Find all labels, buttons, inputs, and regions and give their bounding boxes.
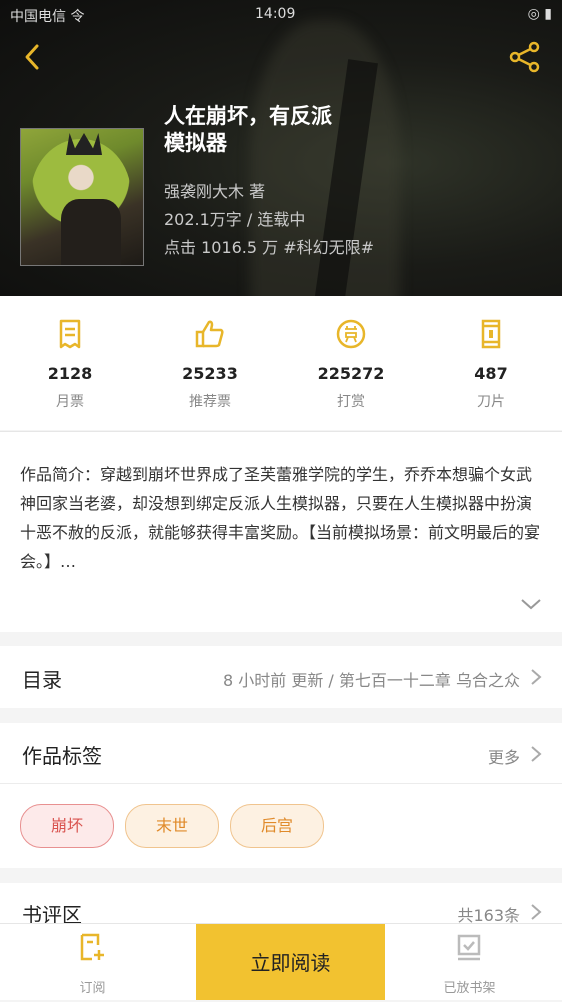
tags-list: 崩坏 末世 后宫 [0, 784, 562, 868]
share-button[interactable] [508, 40, 542, 74]
battery-indicator: ◎ ▮ [527, 6, 552, 22]
book-title-line2: 模拟器 [164, 131, 227, 155]
book-title-line1: 人在崩坏，有反派 [164, 104, 332, 128]
subscribe-button[interactable]: 订阅 [0, 924, 185, 1000]
stat-value: 225272 [317, 364, 385, 383]
tags-header-row[interactable]: 作品标签 更多 [0, 723, 562, 784]
chevron-right-icon [531, 746, 542, 762]
stats-panel: 2128 月票 25233 推荐票 225272 打赏 487 刀片 [0, 296, 562, 430]
chevron-left-icon [25, 44, 39, 70]
stat-label: 刀片 [477, 394, 505, 410]
tags-section-label: 作品标签 [22, 744, 102, 768]
read-now-button[interactable]: 立即阅读 [196, 924, 385, 1000]
chevron-down-icon[interactable] [519, 596, 543, 612]
back-button[interactable] [18, 42, 48, 72]
cover-crown [66, 133, 102, 155]
stat-value: 487 [474, 364, 508, 383]
intro-section[interactable]: 作品简介：穿越到崩坏世界成了圣芙蕾雅学院的学生，乔乔本想骗个女武神回家当老婆，却… [0, 431, 562, 632]
status-bar: 中国电信 令 14:09 ◎ ▮ [0, 0, 562, 30]
subscribe-label: 订阅 [79, 981, 106, 996]
tags-more-link[interactable]: 更多 [488, 744, 520, 768]
cover-body [61, 199, 121, 265]
subscribe-icon [80, 933, 104, 961]
toc-latest-update: 8 小时前 更新 / 第七百一十二章 乌合之众 [222, 671, 520, 690]
chevron-right-icon [531, 904, 542, 920]
chevron-right-icon [531, 669, 542, 685]
stat-blade[interactable]: 487 刀片 [421, 296, 561, 430]
word-count-line: 202.1万字 / 连载中 [164, 210, 306, 229]
stat-label: 打赏 [337, 394, 365, 410]
reward-icon [336, 319, 366, 349]
tag-chip[interactable]: 后宫 [230, 804, 324, 848]
shelved-button[interactable]: 已放书架 [377, 924, 562, 1000]
book-title: 人在崩坏，有反派 模拟器 [164, 103, 384, 157]
toc-label: 目录 [22, 668, 62, 692]
carrier-label: 中国电信 令 [10, 9, 85, 25]
bookshelf-check-icon [457, 934, 481, 961]
toc-row[interactable]: 目录 8 小时前 更新 / 第七百一十二章 乌合之众 [0, 646, 562, 708]
blade-icon [481, 319, 501, 349]
stat-recommend[interactable]: 25233 推荐票 [140, 296, 280, 430]
stat-label: 月票 [56, 394, 84, 410]
tag-chip[interactable]: 崩坏 [20, 804, 114, 848]
book-header: 中国电信 令 14:09 ◎ ▮ 人在崩坏，有反派 模拟器 强袭刚大木 著 20… [0, 0, 562, 296]
shelved-label: 已放书架 [443, 981, 496, 996]
stat-monthly-ticket[interactable]: 2128 月票 [0, 296, 140, 430]
book-cover[interactable] [20, 128, 144, 266]
click-count-line: 点击 1016.5 万 #科幻无限# [164, 238, 375, 257]
stat-value: 25233 [182, 364, 238, 383]
share-icon [509, 41, 540, 73]
intro-text: 作品简介：穿越到崩坏世界成了圣芙蕾雅学院的学生，乔乔本想骗个女武神回家当老婆，却… [20, 465, 541, 571]
tag-chip[interactable]: 末世 [125, 804, 219, 848]
clock: 14:09 [255, 6, 296, 22]
thumbs-up-icon [195, 320, 224, 348]
stat-reward[interactable]: 225272 打赏 [281, 296, 421, 430]
stat-value: 2128 [47, 364, 93, 383]
monthly-ticket-icon [59, 319, 81, 349]
stat-label: 推荐票 [189, 394, 231, 410]
author-line: 强袭刚大木 著 [164, 182, 266, 201]
reviews-row[interactable]: 书评区 共163条 [0, 883, 562, 927]
bottom-action-bar: 订阅 立即阅读 已放书架 [0, 923, 562, 1000]
